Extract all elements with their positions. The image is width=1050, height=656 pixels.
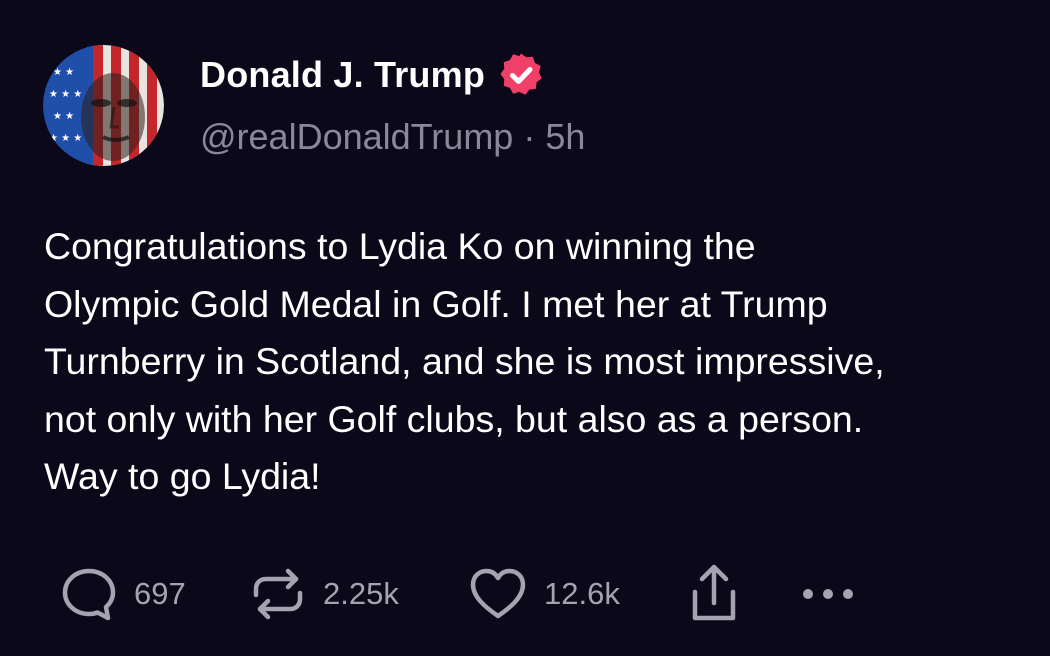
repost-icon xyxy=(253,568,303,620)
action-bar: 697 2.25k 12.6k xyxy=(0,562,1050,626)
like-button[interactable]: 12.6k xyxy=(468,562,620,626)
post-card: ★ ★ ★ ★ ★ ★ ★ ★ ★ ★ Donald J. Trump @rea… xyxy=(0,0,1050,656)
reply-button[interactable]: 697 xyxy=(60,562,186,626)
share-button[interactable] xyxy=(686,562,742,626)
post-text-line: Turnberry in Scotland, and she is most i… xyxy=(44,340,885,382)
post-timestamp[interactable]: 5h xyxy=(545,116,585,158)
share-icon xyxy=(692,564,736,621)
post-body: Congratulations to Lydia Ko on winning t… xyxy=(44,218,1050,506)
repost-count: 2.25k xyxy=(323,576,399,611)
repost-button[interactable]: 2.25k xyxy=(249,562,399,626)
avatar[interactable]: ★ ★ ★ ★ ★ ★ ★ ★ ★ ★ xyxy=(43,45,164,166)
post-text-line: Congratulations to Lydia Ko on winning t… xyxy=(44,225,756,267)
svg-text:★ ★: ★ ★ xyxy=(53,67,74,78)
author-display-name[interactable]: Donald J. Trump xyxy=(200,54,485,96)
svg-text:★ ★: ★ ★ xyxy=(53,111,74,122)
reply-count: 697 xyxy=(134,576,186,611)
verified-badge-icon xyxy=(500,53,542,95)
post-meta: @realDonaldTrump · 5h xyxy=(200,116,585,158)
svg-text:★ ★ ★: ★ ★ ★ xyxy=(49,89,82,100)
heart-icon xyxy=(470,568,526,619)
post-text-line: Way to go Lydia! xyxy=(44,455,321,497)
svg-text:★ ★ ★: ★ ★ ★ xyxy=(49,133,82,144)
post-text-line: Olympic Gold Medal in Golf. I met her at… xyxy=(44,282,828,325)
flag-portrait-avatar-icon: ★ ★ ★ ★ ★ ★ ★ ★ ★ ★ xyxy=(43,45,164,166)
like-count: 12.6k xyxy=(544,576,620,611)
author-name-row: Donald J. Trump xyxy=(200,50,544,100)
reply-icon xyxy=(62,568,116,621)
post-text-line: not only with her Golf clubs, but also a… xyxy=(44,397,864,440)
more-dots-icon xyxy=(803,589,853,599)
meta-separator: · xyxy=(523,116,536,157)
author-handle[interactable]: @realDonaldTrump xyxy=(200,116,513,158)
more-options-button[interactable] xyxy=(800,562,856,626)
